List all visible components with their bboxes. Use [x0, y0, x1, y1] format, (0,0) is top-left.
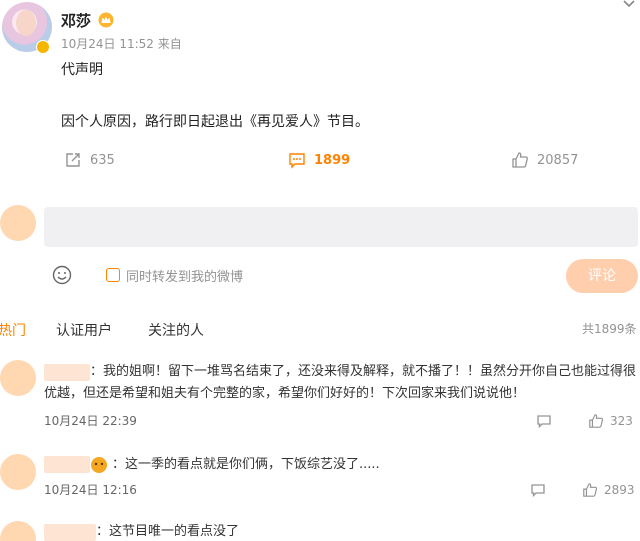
like-icon	[583, 483, 598, 497]
comment-like-button[interactable]: 2893	[582, 482, 635, 498]
commenter-name-redacted	[44, 364, 90, 381]
avatar[interactable]	[0, 360, 36, 396]
emoji-icon[interactable]	[52, 265, 72, 285]
avatar	[0, 205, 36, 241]
commenter-name-redacted	[44, 456, 90, 473]
comment-time: 10月24日 12:16	[44, 483, 137, 497]
comment-button[interactable]: 1899	[288, 151, 350, 169]
post-text-line: 因个人原因，路行即日起退出《再见爱人》节目。	[61, 114, 369, 130]
comment-text: 优越，但还是希望和姐夫有个完整的家，希望你们好好的！下次回家来我们说说他！	[44, 386, 526, 401]
like-button[interactable]: 20857	[511, 151, 578, 169]
comment-like-button[interactable]: 323	[588, 413, 633, 429]
comment-text: ：这节目唯一的看点没了	[96, 524, 240, 539]
chevron-down-icon[interactable]	[621, 0, 637, 10]
like-icon	[512, 152, 528, 168]
reply-icon[interactable]	[536, 413, 552, 429]
like-count: 20857	[537, 152, 579, 168]
commenter-name-redacted	[44, 524, 96, 541]
reply-icon[interactable]	[530, 482, 546, 498]
share-icon	[66, 153, 80, 167]
submit-comment-button[interactable]: 评论	[566, 259, 638, 293]
post-username[interactable]: 邓莎	[61, 10, 91, 31]
comment-text: ：这一季的看点就是你们俩，下饭综艺没了.....	[112, 457, 380, 472]
comment-text: ：我的姐啊！留下一堆骂名结束了，还没来得及解释，就不播了！！虽然分开你自己也能过…	[90, 364, 637, 379]
comment-icon	[289, 153, 305, 169]
share-button[interactable]: 635	[64, 151, 115, 169]
comment-total: 共1899条	[582, 322, 637, 336]
comment-like-count: 323	[610, 414, 633, 428]
emoji-badge-icon	[91, 457, 107, 473]
post-text-line: 代声明	[61, 62, 103, 78]
tab-verified[interactable]: 认证用户	[56, 320, 112, 340]
tab-follow[interactable]: 关注的人	[148, 320, 204, 340]
tab-hot[interactable]: 热门	[0, 320, 26, 340]
avatar[interactable]	[0, 521, 36, 541]
comment-time: 10月24日 22:39	[44, 414, 137, 428]
like-icon	[589, 414, 604, 428]
share-count: 635	[90, 152, 115, 168]
forward-label: 同时转发到我的微博	[126, 270, 244, 285]
post-meta: 10月24日 11:52 来自	[61, 37, 182, 51]
comment-input[interactable]	[44, 207, 638, 247]
avatar[interactable]	[0, 454, 36, 490]
crown-icon	[98, 12, 114, 28]
forward-checkbox[interactable]	[106, 268, 120, 282]
comment-count: 1899	[314, 152, 351, 168]
comment-like-count: 2893	[604, 483, 635, 497]
verified-badge-icon	[36, 40, 50, 54]
